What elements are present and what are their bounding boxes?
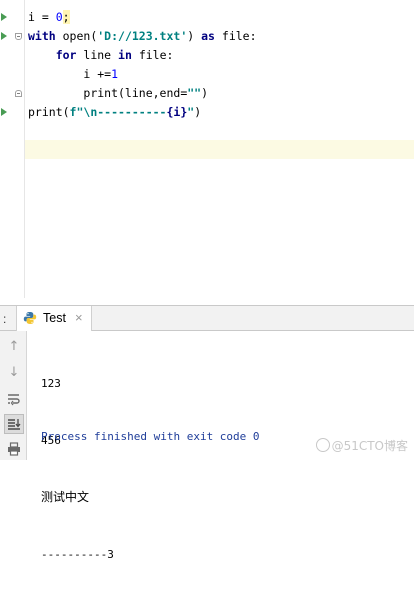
- code-token: 0: [55, 10, 63, 24]
- arrow-down-icon[interactable]: ↓: [4, 363, 24, 383]
- run-gutter-icon[interactable]: [1, 32, 7, 40]
- exit-status: Process finished with exit code 0: [41, 430, 260, 443]
- code-token: 1: [111, 67, 119, 81]
- soft-wrap-icon[interactable]: [4, 389, 24, 409]
- code-token: in: [118, 48, 132, 62]
- run-tool-header: : Test ×: [0, 305, 414, 331]
- close-icon[interactable]: ×: [75, 310, 83, 325]
- editor-gutter: [0, 0, 24, 298]
- code-token: "": [187, 86, 202, 100]
- code-token: for: [55, 48, 77, 62]
- python-icon: [23, 312, 37, 324]
- tab-test[interactable]: Test ×: [16, 306, 92, 331]
- code-token: ;: [62, 10, 70, 24]
- code-line[interactable]: for line in file:: [28, 46, 257, 65]
- code-token: file:: [214, 29, 257, 43]
- code-token: ): [187, 29, 202, 43]
- print-icon[interactable]: [4, 439, 24, 459]
- code-token: i =: [28, 10, 56, 24]
- code-line[interactable]: i = 0;: [28, 8, 257, 27]
- fold-collapse-icon[interactable]: [15, 33, 22, 40]
- code-text[interactable]: i = 0; with open('D://123.txt') as file: …: [28, 8, 257, 122]
- code-line[interactable]: i +=1: [28, 65, 257, 84]
- code-token: with: [28, 29, 56, 43]
- scroll-to-end-icon[interactable]: [4, 414, 24, 434]
- run-gutter-icon[interactable]: [1, 108, 7, 116]
- code-token: as: [201, 29, 215, 43]
- watermark-logo-icon: [315, 438, 330, 452]
- console-line: ----------3: [41, 548, 114, 561]
- code-token: print(: [28, 105, 70, 119]
- current-line-highlight: [25, 140, 414, 159]
- code-token: {i}: [166, 105, 188, 119]
- code-token: ): [194, 105, 202, 119]
- code-token: line: [76, 48, 119, 62]
- code-token: open(: [55, 29, 98, 43]
- watermark: @51CTO博客: [315, 437, 408, 454]
- console-line: 123: [41, 377, 61, 390]
- tool-window-label: :: [3, 312, 7, 326]
- watermark-text: @51CTO博客: [331, 439, 408, 453]
- run-gutter-icon[interactable]: [1, 13, 7, 21]
- code-token: ): [201, 86, 209, 100]
- code-token: i +=: [83, 67, 112, 81]
- run-side-toolbar: ↑ ↓: [0, 331, 27, 460]
- code-token: f"\n----------: [69, 105, 167, 119]
- code-token: 'D://123.txt': [97, 29, 188, 43]
- tab-label: Test: [43, 311, 66, 325]
- code-editor[interactable]: i = 0; with open('D://123.txt') as file: …: [0, 0, 414, 298]
- code-token: file:: [131, 48, 174, 62]
- code-line[interactable]: print(line,end=""): [28, 84, 257, 103]
- code-token: print(line,end=: [83, 86, 188, 100]
- arrow-up-icon[interactable]: ↑: [4, 337, 24, 357]
- console-line: 测试中文: [41, 490, 90, 504]
- fold-end-icon[interactable]: [15, 90, 22, 97]
- console-output: 123 456 测试中文 ----------3: [41, 336, 114, 602]
- code-line[interactable]: print(f"\n----------{i}"): [28, 103, 257, 122]
- code-line[interactable]: with open('D://123.txt') as file:: [28, 27, 257, 46]
